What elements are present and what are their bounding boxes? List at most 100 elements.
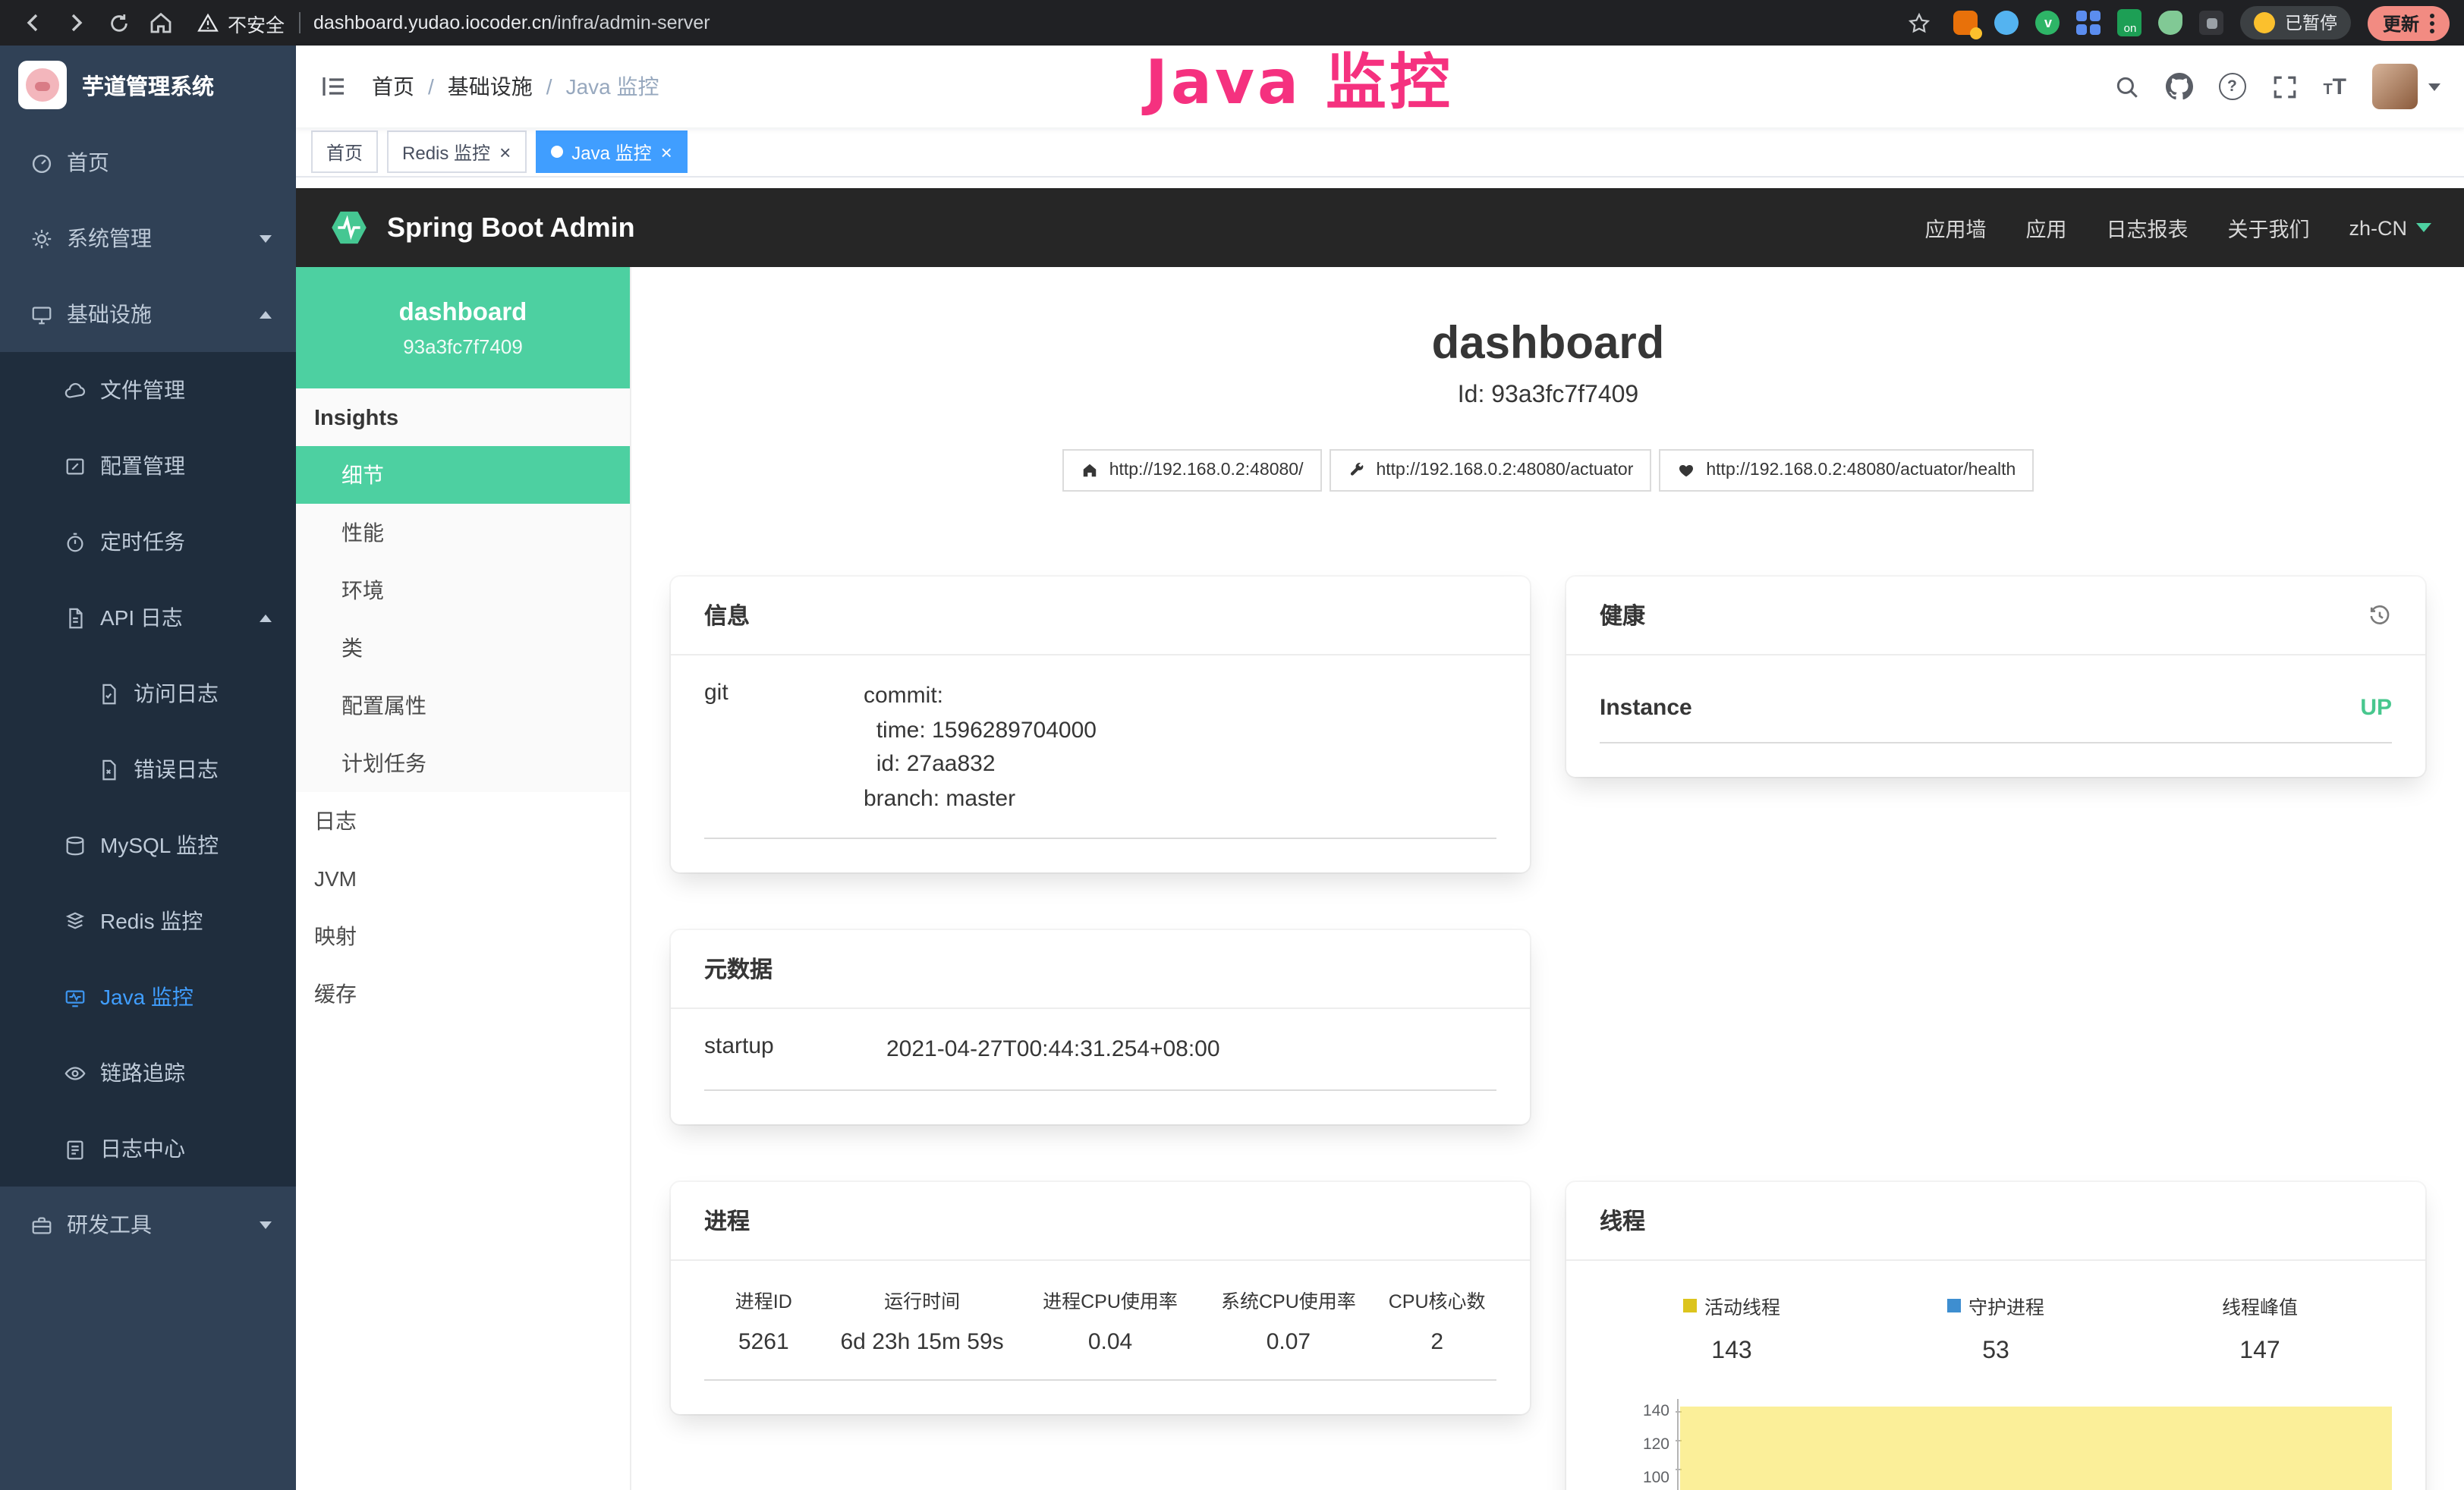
sba-nav-applications[interactable]: 应用 bbox=[2025, 212, 2066, 243]
sidebar-item-infra[interactable]: 基础设施 bbox=[0, 276, 296, 352]
cloud-icon bbox=[64, 379, 87, 401]
history-icon[interactable] bbox=[2368, 603, 2392, 627]
chrome-update-button[interactable]: 更新 bbox=[2368, 5, 2450, 40]
card-header: 信息 bbox=[671, 577, 1530, 655]
sba-locale-select[interactable]: zh-CN bbox=[2349, 216, 2431, 239]
sba-nav-wallboard[interactable]: 应用墙 bbox=[1924, 212, 1986, 243]
sidebar-item-config-mgmt[interactable]: 配置管理 bbox=[0, 428, 296, 504]
breadcrumb-section[interactable]: 基础设施 bbox=[448, 71, 533, 102]
on-badge-label: on bbox=[2124, 22, 2137, 33]
extension-green-icon[interactable]: v bbox=[2036, 11, 2060, 35]
sba-menu-details[interactable]: 细节 bbox=[296, 446, 630, 504]
sba-menu-caches[interactable]: 缓存 bbox=[296, 965, 630, 1023]
close-icon[interactable]: × bbox=[499, 142, 511, 162]
column-header: 进程ID bbox=[704, 1284, 823, 1313]
tag-redis-monitor[interactable]: Redis 监控 × bbox=[387, 130, 526, 173]
sba-menu-scheduled[interactable]: 计划任务 bbox=[296, 734, 630, 792]
address-bar[interactable]: 不安全 dashboard.yudao.iocoder.cn/infra/adm… bbox=[197, 8, 710, 37]
sba-brand[interactable]: Spring Boot Admin bbox=[329, 208, 635, 247]
sba-menu-environment[interactable]: 环境 bbox=[296, 561, 630, 619]
link-root-url[interactable]: http://192.168.0.2:48080/ bbox=[1062, 449, 1322, 492]
profile-button[interactable]: 已暂停 bbox=[2241, 6, 2351, 39]
security-chip[interactable]: 不安全 bbox=[197, 8, 285, 37]
sba-menu-mappings[interactable]: 映射 bbox=[296, 907, 630, 965]
tag-home[interactable]: 首页 bbox=[311, 130, 378, 173]
sidebar-item-tracing[interactable]: 链路追踪 bbox=[0, 1035, 296, 1111]
sidebar-item-file-mgmt[interactable]: 文件管理 bbox=[0, 352, 296, 428]
sba-menu-logs[interactable]: 日志 bbox=[296, 792, 630, 850]
page-title: dashboard bbox=[671, 319, 2425, 370]
sidebar-item-dev-tools[interactable]: 研发工具 bbox=[0, 1187, 296, 1262]
edit-icon bbox=[64, 454, 87, 477]
home-icon[interactable] bbox=[143, 5, 179, 41]
process-table: 进程ID 运行时间 进程CPU使用率 系统CPU使用率 CPU核心数 5261 … bbox=[704, 1284, 1496, 1380]
sba-navbar: Spring Boot Admin 应用墙 应用 日志报表 关于我们 zh-CN bbox=[296, 188, 2464, 267]
sba-main: dashboard Id: 93a3fc7f7409 http://192.16… bbox=[631, 267, 2464, 1490]
extension-grid-icon[interactable] bbox=[2077, 11, 2101, 35]
link-actuator-url[interactable]: http://192.168.0.2:48080/actuator bbox=[1329, 449, 1651, 492]
sba-menu-performance[interactable]: 性能 bbox=[296, 504, 630, 561]
tag-java-monitor[interactable]: Java 监控 × bbox=[535, 130, 688, 173]
font-size-icon[interactable]: TT bbox=[2323, 75, 2346, 98]
sidebar-item-error-logs[interactable]: 错误日志 bbox=[0, 731, 296, 807]
sidebar-item-access-logs[interactable]: 访问日志 bbox=[0, 655, 296, 731]
kebab-menu-icon[interactable] bbox=[2430, 13, 2434, 33]
threads-chart: 140 120 100 bbox=[1600, 1398, 2392, 1490]
sba-nav-about[interactable]: 关于我们 bbox=[2227, 212, 2309, 243]
close-icon[interactable]: × bbox=[661, 142, 672, 162]
extensions-puzzle-icon[interactable] bbox=[2200, 11, 2224, 35]
sba-nav-items: 应用墙 应用 日志报表 关于我们 zh-CN bbox=[1924, 212, 2431, 243]
sidebar-item-scheduled-jobs[interactable]: 定时任务 bbox=[0, 504, 296, 580]
browser-toolbar: 不安全 dashboard.yudao.iocoder.cn/infra/adm… bbox=[0, 0, 2464, 46]
sidebar-item-home[interactable]: 首页 bbox=[0, 124, 296, 200]
monitor-icon bbox=[30, 303, 53, 325]
refresh-icon[interactable] bbox=[100, 5, 137, 41]
forward-icon[interactable] bbox=[58, 5, 94, 41]
y-tick-label: 120 bbox=[1643, 1432, 1669, 1465]
legend-swatch-active bbox=[1683, 1298, 1697, 1312]
user-menu[interactable] bbox=[2372, 64, 2440, 109]
metadata-card: 元数据 startup 2021-04-27T00:44:31.254+08:0… bbox=[671, 930, 1530, 1124]
breadcrumb-separator: / bbox=[546, 74, 552, 99]
sidebar-item-api-logs[interactable]: API 日志 bbox=[0, 580, 296, 655]
process-card: 进程 进程ID 运行时间 进程CPU使用率 系统CPU使用率 CPU核心数 bbox=[671, 1181, 1530, 1413]
sba-nav-journal[interactable]: 日志报表 bbox=[2106, 212, 2188, 243]
hamburger-icon[interactable] bbox=[320, 73, 348, 100]
sidebar-item-mysql-monitor[interactable]: MySQL 监控 bbox=[0, 807, 296, 883]
app-logo-row[interactable]: 芋道管理系统 bbox=[0, 46, 296, 124]
sidebar-item-java-monitor[interactable]: Java 监控 bbox=[0, 959, 296, 1035]
sba-menu-jvm[interactable]: JVM bbox=[296, 850, 630, 907]
wrench-icon bbox=[1347, 461, 1365, 479]
extension-drop-icon[interactable] bbox=[1995, 11, 2019, 35]
card-body: 进程ID 运行时间 进程CPU使用率 系统CPU使用率 CPU核心数 5261 … bbox=[671, 1260, 1530, 1413]
sidebar-item-log-center[interactable]: 日志中心 bbox=[0, 1111, 296, 1187]
help-icon[interactable]: ? bbox=[2218, 73, 2245, 100]
sba-instance-header[interactable]: dashboard 93a3fc7f7409 bbox=[296, 267, 630, 388]
github-icon[interactable] bbox=[2165, 73, 2192, 100]
sidebar-item-label: 研发工具 bbox=[67, 1209, 246, 1240]
back-icon[interactable] bbox=[15, 5, 52, 41]
extension-leaf-icon[interactable] bbox=[2159, 11, 2183, 35]
url-domain: dashboard.yudao.iocoder.cn bbox=[313, 12, 552, 33]
sidebar-item-label: Redis 监控 bbox=[100, 906, 272, 936]
legend-value: 147 bbox=[2128, 1338, 2392, 1365]
breadcrumb-separator: / bbox=[428, 74, 434, 99]
card-title: 线程 bbox=[1600, 1204, 1645, 1236]
sba-menu-config-props[interactable]: 配置属性 bbox=[296, 677, 630, 734]
redis-icon bbox=[64, 910, 87, 932]
search-icon[interactable] bbox=[2113, 74, 2139, 99]
bookmark-star-icon[interactable] bbox=[1901, 5, 1937, 41]
extension-on-icon[interactable]: on bbox=[2118, 9, 2142, 36]
threads-legend: 活动线程 143 守护进程 53 线程峰值 bbox=[1600, 1290, 2392, 1365]
divider bbox=[298, 12, 300, 33]
locale-label: zh-CN bbox=[2349, 216, 2407, 239]
sba-menu-classes[interactable]: 类 bbox=[296, 619, 630, 677]
sidebar-item-system[interactable]: 系统管理 bbox=[0, 200, 296, 276]
tag-label: Redis 监控 bbox=[402, 139, 490, 165]
url-text: dashboard.yudao.iocoder.cn/infra/admin-s… bbox=[313, 12, 710, 33]
breadcrumb-home[interactable]: 首页 bbox=[372, 71, 414, 102]
fullscreen-icon[interactable] bbox=[2271, 74, 2297, 99]
link-health-url[interactable]: http://192.168.0.2:48080/actuator/health bbox=[1659, 449, 2034, 492]
sidebar-item-redis-monitor[interactable]: Redis 监控 bbox=[0, 883, 296, 959]
extension-fox-icon[interactable] bbox=[1954, 11, 1978, 35]
